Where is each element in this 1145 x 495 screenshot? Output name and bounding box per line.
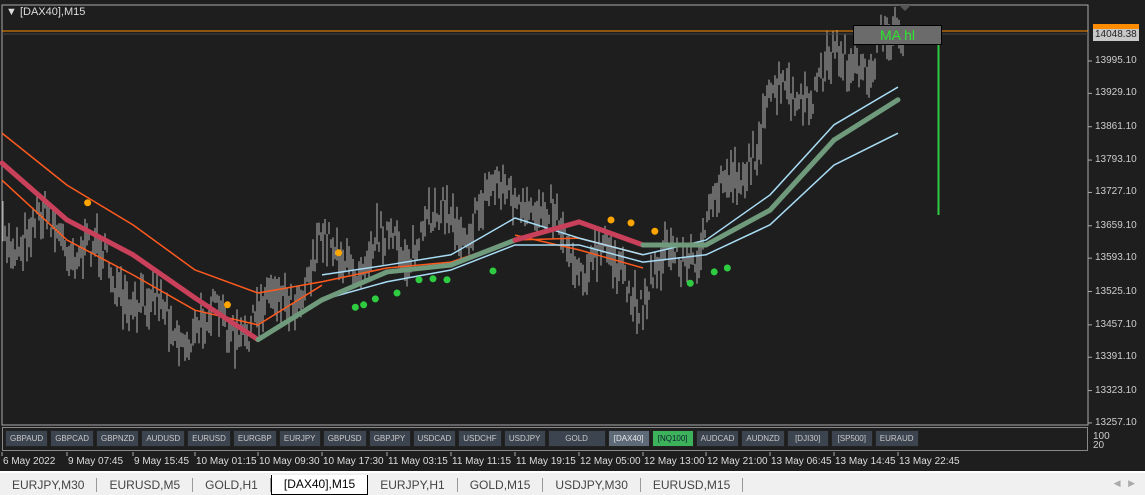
chart-symbol-label: [DAX40],M15	[19, 6, 86, 18]
symbol-button-eurusd[interactable]: EURUSD	[187, 430, 231, 447]
tab-eurusd-m5[interactable]: EURUSD,M5	[97, 478, 194, 492]
x-tick-label: 9 May 15:45	[134, 456, 190, 467]
triangle-down-icon[interactable]: ▼	[6, 6, 20, 18]
tab-usdjpy-m30[interactable]: USDJPY,M30	[543, 478, 641, 492]
y-tick-label: 13593.10	[1095, 252, 1137, 264]
y-tick-label: 13995.10	[1095, 55, 1137, 66]
x-tick-label: 10 May 17:30	[323, 456, 384, 467]
symbol-button-euraud[interactable]: EURAUD	[874, 430, 919, 447]
green-signal-dot	[351, 303, 359, 311]
orange-signal-dot	[84, 199, 92, 207]
symbol-button-gbpaud[interactable]: GBPAUD	[5, 430, 49, 447]
y-tick-label: 13457.10	[1095, 318, 1137, 330]
symbol-button-audnzd[interactable]: AUDNZD	[741, 430, 785, 447]
symbol-button-audcad[interactable]: AUDCAD	[695, 430, 740, 447]
green-signal-dot	[371, 295, 379, 303]
green-signal-dot	[393, 289, 401, 297]
symbol-button-gbpjpy[interactable]: GBPJPY	[368, 430, 411, 447]
green-signal-dot	[489, 267, 497, 275]
tab-gold-h1[interactable]: GOLD,H1	[193, 478, 271, 492]
symbol-button-bar: GBPAUD GBPCAD GBPNZD AUDUSD EURUSD EURGBP EURJ…	[2, 427, 1088, 451]
chart-window[interactable]: ▼ [DAX40],M15 13995.10 13929.10 13861.10 13…	[0, 0, 1145, 473]
x-tick-label: 13 May 22:45	[899, 456, 960, 467]
y-tick-label: 13391.10	[1095, 351, 1137, 363]
y-tick-label: 13793.10	[1095, 154, 1137, 166]
green-signal-dot	[723, 264, 731, 272]
indicator-level-20: 20	[1093, 440, 1105, 451]
upper-lightblue-band	[321, 86, 899, 276]
orange-signal-dot	[223, 301, 231, 309]
ma-thick-segment	[384, 262, 454, 275]
green-signal-dot	[429, 275, 437, 283]
chart-title[interactable]: ▼ [DAX40],M15	[6, 6, 85, 18]
x-tick-label: 10 May 09:30	[259, 456, 320, 467]
y-tick-label: 13861.10	[1095, 120, 1137, 132]
symbol-button-dax40[interactable]: [DAX40]	[607, 430, 650, 447]
price-chart[interactable]	[0, 0, 1145, 473]
green-signal-dot	[415, 276, 423, 284]
x-tick-label: 6 May 2022	[3, 456, 56, 467]
x-tick-label: 9 May 07:45	[68, 456, 124, 467]
orange-signal-dot	[607, 216, 615, 224]
symbol-button-usdchf[interactable]: USDCHF	[458, 430, 502, 447]
y-tick-label: 13659.10	[1095, 219, 1137, 231]
x-tick-label: 12 May 05:00	[580, 456, 641, 467]
tab-eurusd-m15[interactable]: EURUSD,M15	[641, 478, 744, 492]
chart-tabs: EURJPY,M30 EURUSD,M5 GOLD,H1 [DAX40],M15 EUR…	[0, 475, 1145, 495]
y-tick-label: 13323.10	[1095, 384, 1137, 396]
x-tick-label: 13 May 06:45	[771, 456, 832, 467]
symbol-button-dji30[interactable]: [DJI30]	[786, 430, 829, 447]
green-signal-dot	[360, 301, 368, 309]
ma-thick-segment	[0, 160, 70, 223]
symbol-button-sp500[interactable]: [SP500]	[830, 430, 873, 447]
symbol-button-gbpcad[interactable]: GBPCAD	[50, 430, 94, 447]
ma-thick-segment	[64, 217, 136, 258]
current-price-label: 14048.38	[1093, 29, 1139, 41]
symbol-button-eurjpy[interactable]: EURJPY	[278, 430, 321, 447]
ma-thick-segment	[767, 137, 837, 213]
symbol-button-nq100[interactable]: [NQ100]	[651, 430, 694, 447]
ma-hl-button[interactable]: MA hl	[853, 25, 942, 45]
x-tick-label: 11 May 03:15	[388, 456, 448, 467]
symbol-button-eurgbp[interactable]: EURGBP	[232, 430, 277, 447]
symbol-button-gbpnzd[interactable]: GBPNZD	[96, 430, 140, 447]
orange-signal-dot	[335, 249, 343, 257]
orange-signal-dot	[627, 219, 635, 227]
lower-lightblue-band	[321, 132, 899, 301]
symbol-button-audusd[interactable]: AUDUSD	[141, 430, 186, 447]
tab-eurjpy-h1[interactable]: EURJPY,H1	[368, 478, 458, 492]
tab-gold-m15[interactable]: GOLD,M15	[458, 478, 544, 492]
y-tick-label: 13257.10	[1095, 416, 1137, 428]
x-tick-label: 12 May 21:00	[707, 456, 768, 467]
x-tick-label: 10 May 01:15	[196, 456, 257, 467]
x-tick-label: 12 May 13:00	[644, 456, 705, 467]
green-signal-dot	[710, 268, 718, 276]
symbol-button-gbpusd[interactable]: GBPUSD	[322, 430, 367, 447]
tab-eurjpy-m30[interactable]: EURJPY,M30	[0, 478, 98, 492]
scroll-marker-icon	[899, 5, 911, 11]
x-tick-label: 11 May 11:15	[452, 456, 512, 467]
orange-signal-dot	[651, 227, 659, 235]
green-signal-dot	[443, 276, 451, 284]
symbol-button-usdcad[interactable]: USDCAD	[412, 430, 457, 447]
symbol-button-gold[interactable]: GOLD	[547, 430, 606, 447]
green-signal-dot	[686, 279, 694, 287]
y-tick-label: 13525.10	[1095, 285, 1137, 297]
symbol-button-usdjpy[interactable]: USDJPY	[503, 430, 546, 447]
y-tick-label: 13727.10	[1095, 186, 1137, 198]
x-tick-label: 11 May 19:15	[516, 456, 576, 467]
tab-scroll-arrows[interactable]: ◀ ▶	[1114, 478, 1135, 489]
y-tick-label: 13929.10	[1095, 87, 1137, 99]
x-tick-label: 13 May 14:45	[835, 456, 896, 467]
tab--dax40--m15[interactable]: [DAX40],M15	[270, 475, 369, 495]
ma-thick-segment	[130, 252, 198, 301]
